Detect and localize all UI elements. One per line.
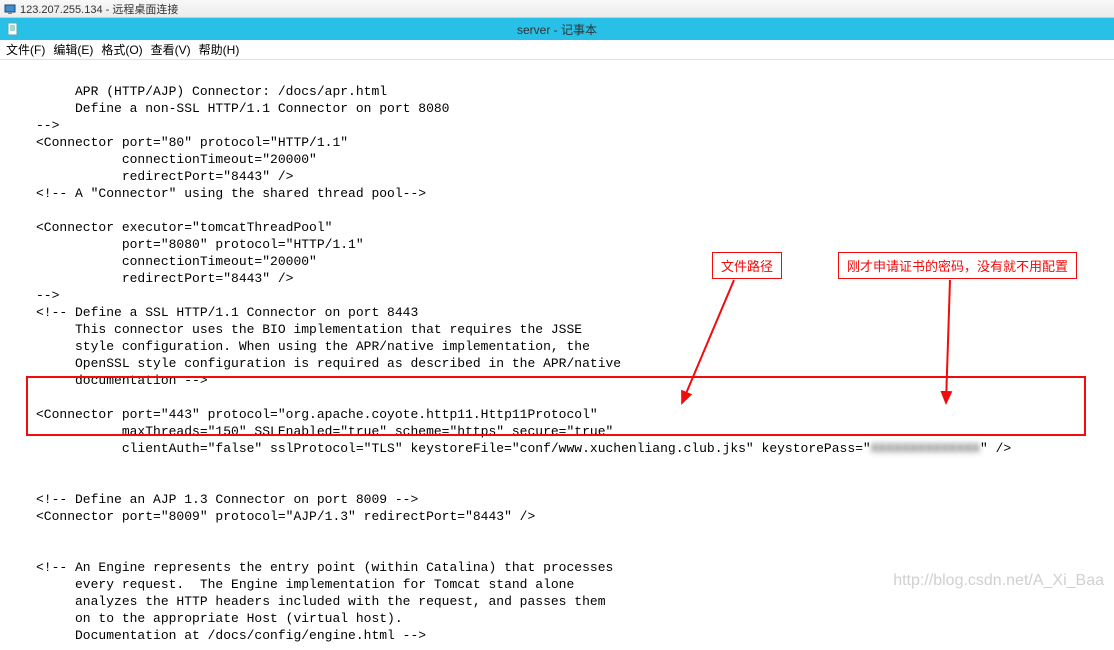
code-line: clientAuth="false" sslProtocol="TLS" key… — [36, 441, 1011, 456]
annotation-cert-password: 刚才申请证书的密码，没有就不用配置 — [838, 252, 1077, 279]
menu-edit[interactable]: 编辑(E) — [53, 41, 93, 58]
menu-file[interactable]: 文件(F) — [6, 41, 45, 58]
notepad-titlebar: server - 记事本 — [0, 18, 1114, 40]
watermark: http://blog.csdn.net/A_Xi_Baa — [893, 572, 1104, 590]
code-line: <Connector port="80" protocol="HTTP/1.1" — [36, 135, 348, 150]
code-line: --> — [36, 118, 59, 133]
code-line: redirectPort="8443" /> — [36, 169, 293, 184]
code-line: <Connector port="443" protocol="org.apac… — [36, 407, 598, 422]
code-line: on to the appropriate Host (virtual host… — [36, 611, 403, 626]
menu-format[interactable]: 格式(O) — [101, 41, 142, 58]
menubar: 文件(F) 编辑(E) 格式(O) 查看(V) 帮助(H) — [0, 40, 1114, 60]
code-line: connectionTimeout="20000" — [36, 254, 317, 269]
code-line: analyzes the HTTP headers included with … — [36, 594, 606, 609]
menu-view[interactable]: 查看(V) — [151, 41, 191, 58]
blurred-password: XXXXXXXXXXXXXX — [871, 441, 980, 456]
rdp-titlebar: 123.207.255.134 - 远程桌面连接 — [0, 0, 1114, 18]
code-line: <Connector executor="tomcatThreadPool" — [36, 220, 332, 235]
code-line: redirectPort="8443" /> — [36, 271, 293, 286]
code-line: every request. The Engine implementation… — [36, 577, 574, 592]
code-line: style configuration. When using the APR/… — [36, 339, 590, 354]
code-line: <Connector port="8009" protocol="AJP/1.3… — [36, 509, 535, 524]
notepad-title-text: server - 记事本 — [517, 21, 597, 38]
annotation-file-path: 文件路径 — [712, 252, 782, 279]
rdp-title-text: 123.207.255.134 - 远程桌面连接 — [20, 1, 178, 17]
rdp-icon — [4, 3, 16, 15]
code-line: <!-- An Engine represents the entry poin… — [36, 560, 613, 575]
code-line: --> — [36, 288, 59, 303]
code-line: APR (HTTP/AJP) Connector: /docs/apr.html — [36, 84, 387, 99]
menu-help[interactable]: 帮助(H) — [199, 41, 240, 58]
code-line: maxThreads="150" SSLEnabled="true" schem… — [36, 424, 613, 439]
code-line: OpenSSL style configuration is required … — [36, 356, 621, 371]
code-line: documentation --> — [36, 373, 208, 388]
code-line: Define a non-SSL HTTP/1.1 Connector on p… — [36, 101, 449, 116]
code-line: connectionTimeout="20000" — [36, 152, 317, 167]
document-icon — [6, 22, 20, 36]
code-line: port="8080" protocol="HTTP/1.1" — [36, 237, 364, 252]
editor-content[interactable]: APR (HTTP/AJP) Connector: /docs/apr.html… — [0, 60, 1114, 650]
code-line: Documentation at /docs/config/engine.htm… — [36, 628, 426, 643]
code-line: <!-- A "Connector" using the shared thre… — [36, 186, 426, 201]
code-line: <!-- Define a SSL HTTP/1.1 Connector on … — [36, 305, 418, 320]
code-line: This connector uses the BIO implementati… — [36, 322, 582, 337]
code-line: <!-- Define an AJP 1.3 Connector on port… — [36, 492, 418, 507]
